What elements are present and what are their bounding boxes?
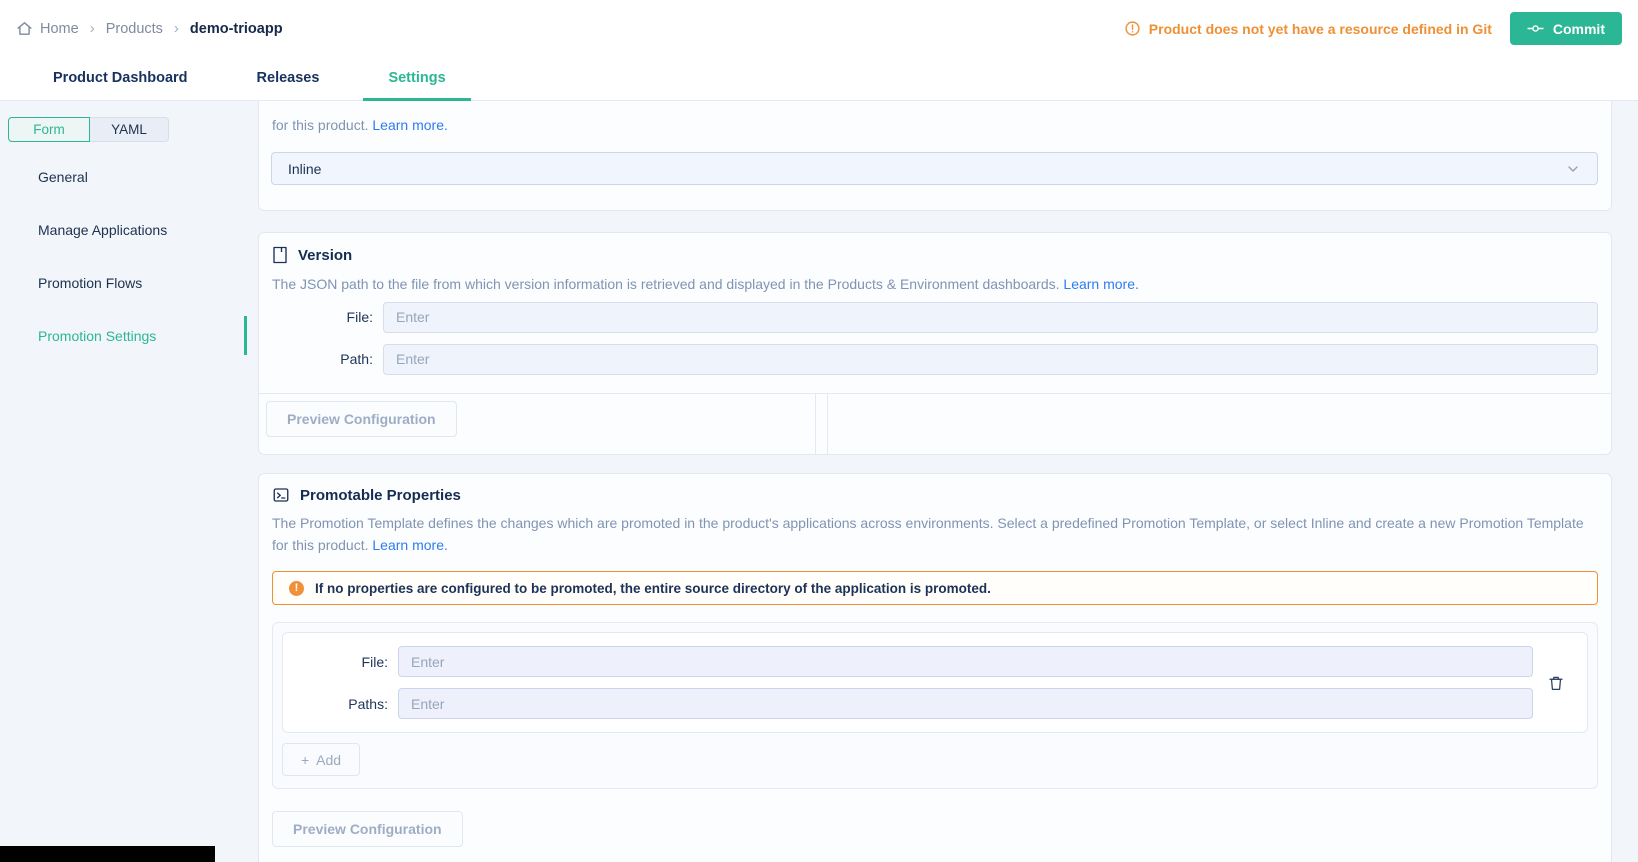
top-bar: Home › Products › demo-trioapp Product d… [0,0,1638,57]
version-path-label: Path: [272,351,383,367]
property-item-card: File: Paths: [282,632,1588,733]
promotion-template-trailing-text: for this product. [272,117,369,133]
promotion-template-card: for this product. Learn more. Inline [258,101,1612,211]
version-card-footer: Preview Configuration [259,393,1611,454]
screen-artifact-bar [0,846,215,862]
version-file-input[interactable] [383,302,1598,333]
toggle-yaml-button[interactable]: YAML [90,117,169,142]
promotion-template-dropdown[interactable]: Inline [271,152,1598,185]
version-footer-left-panel: Preview Configuration [259,394,816,454]
promotable-description: The Promotion Template defines the chang… [272,512,1592,556]
git-warning-text: Product does not yet have a resource def… [1149,21,1492,37]
sidebar-item-general[interactable]: General [0,150,247,203]
toggle-form-button[interactable]: Form [8,117,90,142]
breadcrumb-separator-icon: › [90,20,95,37]
plus-icon: + [301,752,309,768]
tab-product-dashboard[interactable]: Product Dashboard [28,57,213,101]
learn-more-link[interactable]: Learn more. [1063,276,1138,292]
property-paths-input[interactable] [398,688,1533,719]
version-card-header: Version [272,246,352,264]
commit-button[interactable]: Commit [1510,12,1622,45]
property-paths-label: Paths: [283,696,398,712]
version-file-row: File: [272,301,1598,333]
promotable-properties-group: File: Paths: [272,622,1598,789]
version-file-label: File: [272,309,383,325]
sidebar-item-manage-applications[interactable]: Manage Applications [0,203,247,256]
tab-bar: Product Dashboard Releases Settings [0,57,1638,101]
breadcrumb: Home › Products › demo-trioapp [16,20,283,37]
promotable-card-title: Promotable Properties [300,487,461,504]
sidebar-item-promotion-settings[interactable]: Promotion Settings [0,309,247,362]
commit-button-label: Commit [1553,21,1605,37]
home-icon [16,20,33,37]
breadcrumb-home[interactable]: Home [16,20,79,37]
property-file-row: File: [283,646,1587,677]
terminal-icon [272,486,290,504]
property-file-input[interactable] [398,646,1533,677]
footer-panel-gap [816,394,827,454]
settings-content: for this product. Learn more. Inline [247,101,1638,862]
promotable-description-text: The Promotion Template defines the chang… [272,515,1584,553]
property-file-label: File: [283,654,398,670]
promotable-warning-banner: ! If no properties are configured to be … [272,571,1598,605]
version-file-icon [272,246,288,264]
add-button-label: Add [316,752,341,768]
breadcrumb-products-label: Products [106,21,163,37]
preview-configuration-button[interactable]: Preview Configuration [266,401,457,437]
trash-icon [1547,673,1565,692]
app-window: Home › Products › demo-trioapp Product d… [0,0,1638,862]
warning-filled-icon: ! [289,581,304,596]
promotable-properties-card: Promotable Properties The Promotion Temp… [258,473,1612,862]
version-card-title: Version [298,247,352,264]
tab-settings[interactable]: Settings [363,57,470,101]
git-commit-icon [1527,20,1544,37]
chevron-down-icon [1565,161,1581,177]
version-path-input[interactable] [383,344,1598,375]
tab-releases[interactable]: Releases [232,57,345,101]
delete-property-button[interactable] [1543,669,1569,696]
version-description: The JSON path to the file from which ver… [272,273,1139,295]
learn-more-link[interactable]: Learn more. [372,537,447,553]
git-resource-warning: Product does not yet have a resource def… [1124,20,1492,37]
promotable-card-header: Promotable Properties [272,486,1598,504]
add-property-button[interactable]: + Add [282,743,360,776]
learn-more-link[interactable]: Learn more. [372,117,447,133]
version-path-row: Path: [272,343,1598,375]
breadcrumb-home-label: Home [40,21,79,37]
topbar-right: Product does not yet have a resource def… [1124,12,1622,45]
form-yaml-toggle: Form YAML [8,117,247,142]
breadcrumb-products[interactable]: Products [106,21,163,37]
dropdown-selected-value: Inline [288,161,321,177]
preview-configuration-button[interactable]: Preview Configuration [272,811,463,847]
promotion-template-text: for this product. Learn more. [272,114,448,136]
version-footer-right-panel [827,394,1611,454]
alert-circle-icon [1124,20,1141,37]
settings-sidebar: Form YAML General Manage Applications Pr… [0,101,247,862]
version-description-text: The JSON path to the file from which ver… [272,276,1060,292]
sidebar-item-promotion-flows[interactable]: Promotion Flows [0,256,247,309]
sidebar-menu: General Manage Applications Promotion Fl… [0,150,247,362]
warning-banner-text: If no properties are configured to be pr… [315,581,991,596]
breadcrumb-separator-icon: › [174,20,179,37]
property-paths-row: Paths: [283,688,1587,719]
breadcrumb-current: demo-trioapp [190,21,283,37]
version-card: Version The JSON path to the file from w… [258,232,1612,455]
